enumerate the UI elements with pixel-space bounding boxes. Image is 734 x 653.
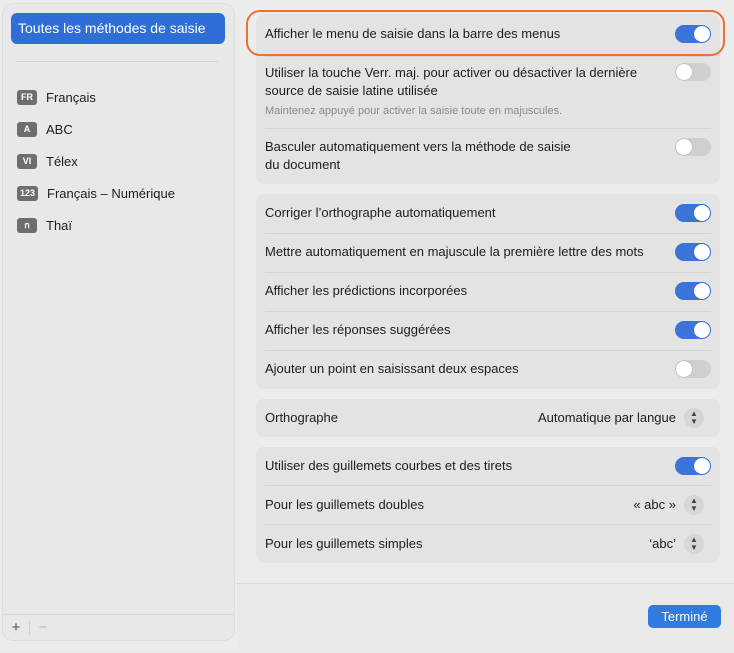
auto-switch-label-line1: Basculer automatiquement vers la méthode… (265, 139, 571, 154)
smart-quotes-label: Utiliser des guillemets courbes et des t… (265, 458, 513, 473)
sidebar-item-label: Télex (46, 153, 78, 169)
auto-capitalize-label: Mettre automatiquement en majuscule la p… (265, 244, 644, 259)
double-space-period-toggle[interactable] (675, 360, 711, 378)
autocorrect-label: Corriger l’orthographe automatiquement (265, 205, 496, 220)
settings-pane: Afficher le menu de saisie dans la barre… (237, 0, 734, 583)
add-input-source-button[interactable]: + (3, 619, 29, 636)
vietnamese-badge-icon: VI (17, 153, 37, 169)
sidebar-item-abc[interactable]: A ABC (17, 119, 73, 139)
sidebar-item-all-input-methods[interactable]: Toutes les méthodes de saisie (11, 13, 225, 44)
row-divider (265, 272, 711, 273)
double-quotes-value[interactable]: « abc » (633, 497, 676, 512)
sidebar-item-label: ABC (46, 121, 73, 137)
input-sources-window: Toutes les méthodes de saisie FR Françai… (0, 0, 734, 653)
single-quotes-label: Pour les guillemets simples (265, 536, 423, 551)
auto-capitalize-toggle[interactable] (675, 243, 711, 261)
row-divider (265, 56, 711, 57)
auto-switch-toggle[interactable] (675, 138, 711, 156)
show-input-menu-label: Afficher le menu de saisie dans la barre… (265, 26, 561, 41)
remove-input-source-button[interactable]: − (30, 619, 56, 636)
row-divider (265, 350, 711, 351)
abc-badge-icon: A (17, 121, 37, 137)
suggested-replies-toggle[interactable] (675, 321, 711, 339)
double-quotes-popup-chevron-icon[interactable]: ▲ ▼ (684, 495, 704, 515)
autocorrect-toggle[interactable] (675, 204, 711, 222)
input-menu-group: Afficher le menu de saisie dans la barre… (256, 14, 720, 184)
sidebar-footer: + − (3, 614, 234, 640)
french-badge-icon: FR (17, 89, 37, 105)
show-input-menu-toggle[interactable] (675, 25, 711, 43)
spelling-value[interactable]: Automatique par langue (538, 410, 676, 425)
suggested-replies-label: Afficher les réponses suggérées (265, 322, 451, 337)
autocorrect-group: Corriger l’orthographe automatiquement M… (256, 194, 720, 389)
caps-lock-label-line1: Utiliser la touche Verr. maj. pour activ… (265, 65, 638, 80)
sidebar-item-telex[interactable]: VI Télex (17, 151, 78, 171)
sidebar-divider (16, 61, 218, 62)
row-divider (265, 311, 711, 312)
smart-quotes-toggle[interactable] (675, 457, 711, 475)
sidebar-item-label: Thaï (46, 217, 73, 233)
auto-switch-label-line2: du document (265, 157, 341, 172)
thai-badge-icon: ก (17, 217, 37, 233)
quotes-group: Utiliser des guillemets courbes et des t… (256, 447, 720, 563)
auto-switch-label: Basculer automatiquement vers la méthode… (265, 138, 625, 174)
caps-lock-label-line2: source de saisie latine utilisée (265, 83, 438, 98)
single-quotes-popup-chevron-icon[interactable]: ▲ ▼ (684, 534, 704, 554)
sidebar-item-francais[interactable]: FR Français (17, 87, 96, 107)
spelling-popup-chevron-icon[interactable]: ▲ ▼ (684, 408, 704, 428)
done-button[interactable]: Terminé (648, 605, 721, 628)
caps-lock-switch-toggle[interactable] (675, 63, 711, 81)
inline-predictions-toggle[interactable] (675, 282, 711, 300)
sidebar-item-francais-numerique[interactable]: 123 Français – Numérique (17, 183, 175, 203)
bottom-bar: Terminé (237, 583, 734, 653)
spelling-group: Orthographe Automatique par langue ▲ ▼ (256, 399, 720, 437)
numeric-badge-icon: 123 (17, 185, 39, 201)
caps-lock-switch-label: Utiliser la touche Verr. maj. pour activ… (265, 64, 665, 120)
caps-lock-subtext: Maintenez appuyé pour activer la saisie … (265, 105, 563, 117)
single-quotes-value[interactable]: ‘abc’ (649, 536, 676, 551)
row-divider (265, 524, 711, 525)
sidebar-item-label: Français – Numérique (47, 185, 175, 201)
row-divider (265, 485, 711, 486)
row-divider (265, 128, 711, 129)
sidebar: Toutes les méthodes de saisie FR Françai… (3, 4, 234, 640)
sidebar-item-thai[interactable]: ก Thaï (17, 215, 72, 235)
row-divider (265, 233, 711, 234)
sidebar-item-label: Français (46, 89, 96, 105)
double-space-period-label: Ajouter un point en saisissant deux espa… (265, 361, 519, 376)
inline-predictions-label: Afficher les prédictions incorporées (265, 283, 468, 298)
